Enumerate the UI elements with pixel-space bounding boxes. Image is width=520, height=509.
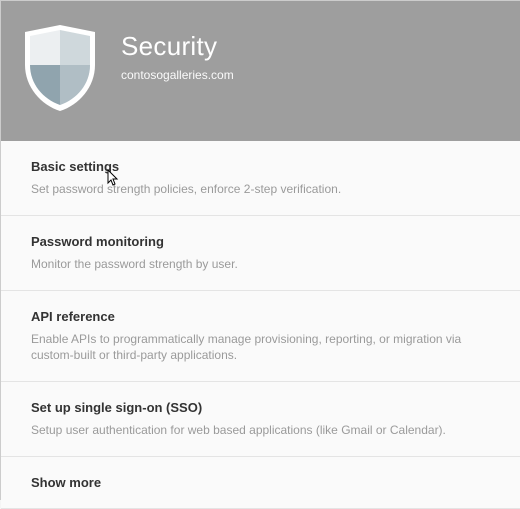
security-header: Security contosogalleries.com (1, 1, 520, 141)
settings-list: Basic settings Set password strength pol… (1, 141, 520, 509)
item-title: Basic settings (31, 159, 491, 174)
item-title: Password monitoring (31, 234, 491, 249)
item-desc: Setup user authentication for web based … (31, 422, 491, 439)
item-basic-settings[interactable]: Basic settings Set password strength pol… (1, 141, 520, 216)
item-api-reference[interactable]: API reference Enable APIs to programmati… (1, 291, 520, 383)
item-sso[interactable]: Set up single sign-on (SSO) Setup user a… (1, 382, 520, 457)
item-password-monitoring[interactable]: Password monitoring Monitor the password… (1, 216, 520, 291)
item-desc: Enable APIs to programmatically manage p… (31, 331, 491, 365)
item-desc: Monitor the password strength by user. (31, 256, 491, 273)
page-domain: contosogalleries.com (121, 68, 234, 82)
shield-icon (23, 25, 97, 111)
item-title: API reference (31, 309, 491, 324)
item-desc: Set password strength policies, enforce … (31, 181, 491, 198)
show-more-button[interactable]: Show more (1, 457, 520, 509)
page-title: Security (121, 31, 234, 62)
show-more-label: Show more (31, 475, 491, 490)
item-title: Set up single sign-on (SSO) (31, 400, 491, 415)
header-text: Security contosogalleries.com (121, 25, 234, 82)
